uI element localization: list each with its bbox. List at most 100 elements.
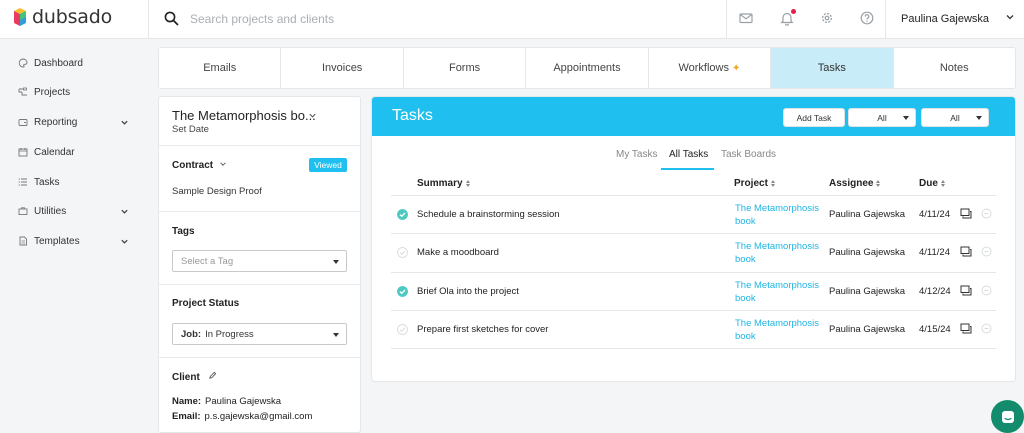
client-email[interactable]: p.s.gajewska@gmail.com [205,411,313,422]
palette-icon [18,58,28,68]
column-header-summary[interactable]: Summary [417,178,470,189]
more-icon[interactable] [981,323,992,334]
contract-name[interactable]: Sample Design Proof [172,186,262,197]
sidebar-item-templates[interactable]: Templates [18,233,80,249]
task-summary[interactable]: Brief Ola into the project [417,286,519,297]
chevron-down-icon[interactable] [308,111,317,120]
checkmark-icon[interactable] [397,209,408,220]
tags-label: Tags [172,226,195,237]
checkmark-icon[interactable] [397,286,408,297]
contract-label-text: Contract [172,160,214,171]
chevron-down-icon[interactable] [120,237,129,246]
sidebar-item-dashboard[interactable]: Dashboard [18,55,83,71]
project-link-line: book [735,293,756,304]
projects-icon [18,87,27,96]
divider [885,0,886,39]
active-tab-indicator [661,168,714,170]
checkbox-empty-icon[interactable] [397,324,408,335]
column-header-label: Summary [417,178,463,189]
sidebar-item-utilities[interactable]: Utilities [18,203,66,219]
chevron-down-icon[interactable] [1005,12,1015,22]
task-project-link[interactable]: The Metamorphosis book [735,317,830,343]
column-header-label: Due [919,178,938,189]
dubsado-logo-icon [14,8,26,26]
assignee-filter-select[interactable]: All [848,108,916,127]
tab-notes[interactable]: Notes [894,48,1015,88]
tasks-header: Tasks Add Task All All [372,97,1015,136]
sidebar-item-label: Reporting [34,116,78,128]
tag-select-placeholder: Select a Tag [181,255,234,267]
calendar-icon [18,148,28,157]
task-summary[interactable]: Schedule a brainstorming session [417,209,560,220]
table-row[interactable]: Brief Ola into the project The Metamorph… [391,273,996,311]
tasks-panel: Tasks Add Task All All My Tasks All Task… [371,96,1016,382]
gear-icon[interactable] [820,11,834,25]
sidebar-item-label: Projects [34,86,71,98]
client-name-label: Name: [172,396,202,407]
subtab-all-tasks[interactable]: All Tasks [669,149,708,160]
column-header-assignee[interactable]: Assignee [829,178,881,189]
set-date-link[interactable]: Set Date [172,124,209,135]
task-project-link[interactable]: The Metamorphosis book [735,240,830,266]
comment-icon[interactable] [960,208,972,220]
filter-value: All [950,112,960,123]
comment-icon[interactable] [960,285,972,297]
help-icon[interactable] [860,11,874,25]
client-name: Paulina Gajewska [205,396,282,407]
list-icon [18,178,27,186]
checkbox-empty-icon[interactable] [397,247,408,258]
table-row[interactable]: Prepare first sketches for cover The Met… [391,311,996,349]
task-project-link[interactable]: The Metamorphosis book [735,202,830,228]
tab-appointments[interactable]: Appointments [526,48,649,88]
status-filter-select[interactable]: All [921,108,989,127]
tag-select[interactable]: Select a Tag [172,250,347,272]
sidebar-item-reporting[interactable]: Reporting [18,114,77,130]
user-menu[interactable]: Paulina Gajewska [901,13,989,25]
column-header-due[interactable]: Due [919,178,945,189]
project-status-select[interactable]: Job: In Progress [172,323,347,345]
more-icon[interactable] [981,208,992,219]
project-link-line: book [735,216,756,227]
sidebar-item-label: Utilities [34,205,67,217]
project-title[interactable]: The Metamorphosis bo... [172,108,316,123]
subtab-my-tasks[interactable]: My Tasks [616,149,658,160]
chevron-down-icon[interactable] [120,207,129,216]
task-due-date: 4/11/24 [919,247,950,258]
comment-icon[interactable] [960,323,972,335]
more-icon[interactable] [981,246,992,257]
task-project-link[interactable]: The Metamorphosis book [735,279,830,305]
subtab-task-boards[interactable]: Task Boards [721,149,776,160]
tab-emails[interactable]: Emails [159,48,282,88]
logo[interactable]: dubsado [12,6,112,28]
sidebar-item-calendar[interactable]: Calendar [18,144,75,160]
comment-icon[interactable] [960,246,972,258]
pencil-icon[interactable] [208,371,217,380]
sidebar-item-projects[interactable]: Projects [18,84,70,100]
project-link-line: book [735,331,756,342]
task-assignee: Paulina Gajewska [829,324,906,335]
chat-widget-button[interactable] [991,400,1024,433]
search-input[interactable] [190,9,570,29]
client-label-text: Client [172,372,200,383]
task-summary[interactable]: Prepare first sketches for cover [417,324,548,335]
tab-invoices[interactable]: Invoices [281,48,404,88]
mail-icon[interactable] [739,11,753,25]
contract-label[interactable]: Contract [172,160,227,171]
filter-value: All [877,112,887,123]
task-summary[interactable]: Make a moodboard [417,247,499,258]
table-row[interactable]: Make a moodboard The Metamorphosis book P… [391,234,996,272]
tab-forms[interactable]: Forms [404,48,527,88]
divider [726,0,727,39]
status-prefix: Job: [181,328,202,340]
chevron-down-icon[interactable] [120,118,129,127]
sidebar-item-tasks[interactable]: Tasks [18,174,60,190]
table-row[interactable]: Schedule a brainstorming session The Met… [391,196,996,234]
divider [148,0,149,39]
search-icon[interactable] [164,11,179,26]
divider [159,145,360,146]
more-icon[interactable] [981,285,992,296]
tab-workflows[interactable]: Workflows ✦ [649,48,772,88]
add-task-button[interactable]: Add Task [783,108,845,127]
column-header-project[interactable]: Project [734,178,775,189]
tab-tasks[interactable]: Tasks [771,48,894,88]
